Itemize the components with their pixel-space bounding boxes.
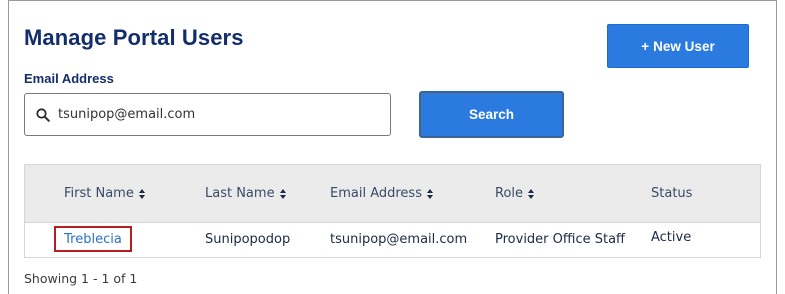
pagination-summary: Showing 1 - 1 of 1 <box>24 271 138 286</box>
sort-icon[interactable] <box>279 188 287 199</box>
first-name-link[interactable]: Treblecia <box>54 226 132 252</box>
search-button[interactable]: Search <box>419 91 564 138</box>
sort-icon[interactable] <box>138 188 146 199</box>
page-title: Manage Portal Users <box>24 25 244 50</box>
email-address-label: Email Address <box>24 71 114 86</box>
search-button-label: Search <box>468 107 515 122</box>
last-name-cell: Sunipopodop <box>205 232 291 247</box>
column-header-status: Status <box>651 186 693 201</box>
status-cell: Active <box>651 230 692 245</box>
column-header-role[interactable]: Role <box>495 186 535 201</box>
table-header: First Name Last Name Email Address Role … <box>25 165 760 223</box>
role-cell: Provider Office Staff <box>495 232 626 247</box>
column-header-email-address[interactable]: Email Address <box>330 186 434 201</box>
column-header-first-name[interactable]: First Name <box>64 186 146 201</box>
column-header-last-name[interactable]: Last Name <box>205 186 287 201</box>
email-cell: tsunipop@email.com <box>330 232 468 247</box>
email-search-input[interactable] <box>58 107 358 122</box>
plus-icon: + <box>641 38 650 54</box>
users-table: First Name Last Name Email Address Role … <box>24 164 761 258</box>
new-user-button-label: New User <box>653 38 715 54</box>
search-icon <box>36 107 50 122</box>
email-search-field[interactable] <box>24 93 391 136</box>
sort-icon[interactable] <box>528 188 535 199</box>
new-user-button[interactable]: + New User <box>607 24 749 68</box>
sort-icon[interactable] <box>426 188 434 199</box>
